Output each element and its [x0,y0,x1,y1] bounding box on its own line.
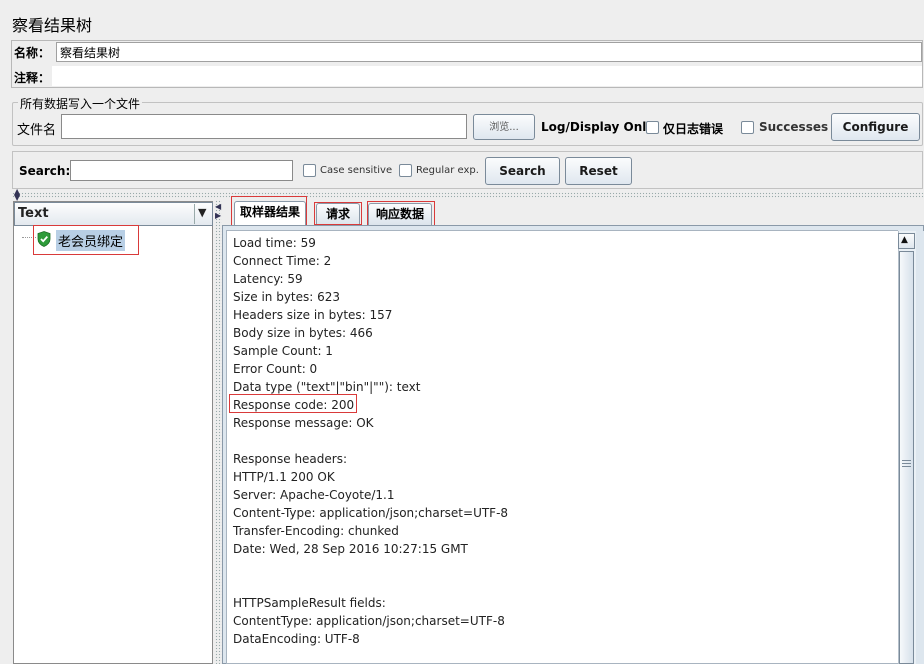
result-line: Transfer-Encoding: chunked [233,524,399,538]
name-label: 名称： [14,46,51,60]
arrow-up-icon: ▲ [901,235,908,245]
case-sensitive-checkbox[interactable] [303,164,316,177]
annotation-box-tree-item [33,225,139,255]
case-sensitive-label: Case sensitive [320,165,393,176]
comment-label: 注释： [14,71,51,85]
splitter-arrows-icon[interactable]: ▲ ▼ [14,188,20,202]
successes-checkbox[interactable] [741,121,754,134]
regex-label: Regular exp. [416,165,479,176]
result-line: HTTP/1.1 200 OK [233,470,335,484]
annotation-box-response-code [229,394,357,413]
renderer-selected-value: Text [18,206,49,221]
scrollbar-thumb[interactable] [899,251,914,664]
sampler-result-lines: Load time: 59 Connect Time: 2 Latency: 59 S… [233,234,508,648]
result-line: HTTPSampleResult fields: [233,596,386,610]
result-tree-pane [13,201,213,664]
result-line: Headers size in bytes: 157 [233,308,393,322]
result-line: Load time: 59 [233,236,316,250]
search-label: Search: [19,164,71,178]
result-line: Content-Type: application/json;charset=U… [233,506,509,520]
result-line [233,576,508,594]
vertical-splitter[interactable] [215,200,222,664]
result-line: DataEncoding: UTF-8 [233,632,360,646]
file-group-title: 所有数据写入一个文件 [18,95,143,112]
annotation-box-tab-response [367,201,435,228]
panel-title: 察看结果树 [12,16,93,35]
configure-button[interactable]: Configure [831,113,920,141]
chevron-down-icon: ▼ [198,206,207,219]
successes-label: Successes [759,120,829,134]
result-line: ContentType: application/json;charset=UT… [233,614,505,628]
result-line: Response message: OK [233,416,374,430]
horizontal-splitter[interactable] [12,192,924,198]
comment-input[interactable] [52,66,922,86]
reset-button[interactable]: Reset [565,157,632,185]
scrollbar-grip-icon [902,460,911,468]
errors-only-label: 仅日志错误 [663,122,724,136]
annotation-box-tab-request [314,202,362,225]
result-line: Body size in bytes: 466 [233,326,373,340]
result-line: Date: Wed, 28 Sep 2016 10:27:15 GMT [233,542,468,556]
name-input[interactable] [56,42,922,62]
browse-button[interactable]: 浏览... [473,114,535,140]
regex-checkbox[interactable] [399,164,412,177]
result-line: Server: Apache-Coyote/1.1 [233,488,395,502]
result-panel-right-edge [916,231,924,664]
result-line [233,558,508,576]
filename-input[interactable] [61,114,467,139]
filename-label: 文件名 [17,123,57,138]
log-display-label: Log/Display Only: [541,120,659,134]
search-button[interactable]: Search [485,157,560,185]
result-line: Latency: 59 [233,272,303,286]
result-line: Error Count: 0 [233,362,318,376]
errors-only-checkbox[interactable] [646,121,659,134]
result-line: Response headers: [233,452,348,466]
result-line: Sample Count: 1 [233,344,333,358]
result-line [233,432,508,450]
search-input[interactable] [70,160,293,181]
result-line: Connect Time: 2 [233,254,332,268]
result-line: Size in bytes: 623 [233,290,341,304]
annotation-box-tab-sampler [231,196,307,227]
vertical-splitter-arrows-icon[interactable]: ◀ ▶ [215,202,221,220]
